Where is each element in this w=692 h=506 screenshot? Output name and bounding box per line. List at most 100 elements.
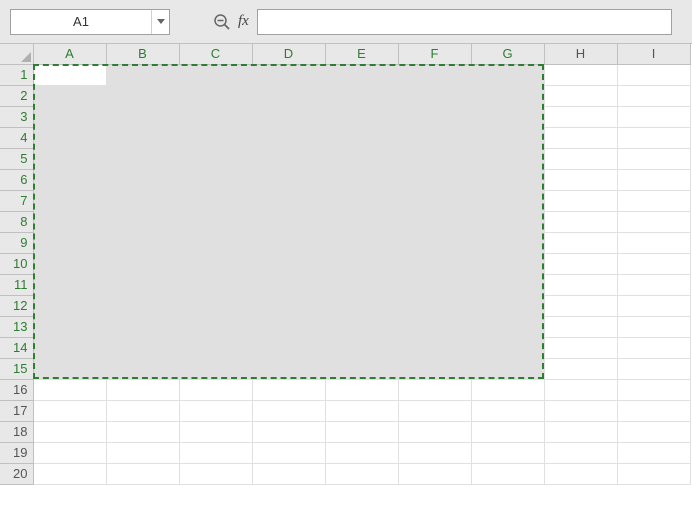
cell-A7[interactable] [33, 190, 106, 211]
cell-A1[interactable] [33, 64, 106, 85]
cell-B16[interactable] [106, 379, 179, 400]
cell-A9[interactable] [33, 232, 106, 253]
cell-I9[interactable] [617, 232, 690, 253]
cell-F13[interactable] [398, 316, 471, 337]
cell-H6[interactable] [544, 169, 617, 190]
cell-G17[interactable] [471, 400, 544, 421]
cell-B2[interactable] [106, 85, 179, 106]
cell-I13[interactable] [617, 316, 690, 337]
cell-E18[interactable] [325, 421, 398, 442]
cell-G7[interactable] [471, 190, 544, 211]
name-box[interactable]: A1 [10, 9, 170, 35]
cell-E12[interactable] [325, 295, 398, 316]
col-header-D[interactable]: D [252, 44, 325, 64]
cell-B5[interactable] [106, 148, 179, 169]
cell-G4[interactable] [471, 127, 544, 148]
row-header-20[interactable]: 20 [0, 463, 33, 484]
cell-G9[interactable] [471, 232, 544, 253]
cell-E8[interactable] [325, 211, 398, 232]
cell-A19[interactable] [33, 442, 106, 463]
cell-C13[interactable] [179, 316, 252, 337]
cell-F7[interactable] [398, 190, 471, 211]
cell-F16[interactable] [398, 379, 471, 400]
cell-C16[interactable] [179, 379, 252, 400]
cell-B13[interactable] [106, 316, 179, 337]
cell-E9[interactable] [325, 232, 398, 253]
cell-D4[interactable] [252, 127, 325, 148]
cell-B11[interactable] [106, 274, 179, 295]
cell-G19[interactable] [471, 442, 544, 463]
cell-H16[interactable] [544, 379, 617, 400]
col-header-F[interactable]: F [398, 44, 471, 64]
cell-C3[interactable] [179, 106, 252, 127]
cell-F5[interactable] [398, 148, 471, 169]
row-header-11[interactable]: 11 [0, 274, 33, 295]
cell-D14[interactable] [252, 337, 325, 358]
cell-F19[interactable] [398, 442, 471, 463]
cell-D16[interactable] [252, 379, 325, 400]
cell-G12[interactable] [471, 295, 544, 316]
cell-I7[interactable] [617, 190, 690, 211]
cell-D20[interactable] [252, 463, 325, 484]
row-header-14[interactable]: 14 [0, 337, 33, 358]
cell-F4[interactable] [398, 127, 471, 148]
cell-H7[interactable] [544, 190, 617, 211]
cell-G5[interactable] [471, 148, 544, 169]
cell-D13[interactable] [252, 316, 325, 337]
cell-B17[interactable] [106, 400, 179, 421]
cell-C5[interactable] [179, 148, 252, 169]
cell-I8[interactable] [617, 211, 690, 232]
cell-C6[interactable] [179, 169, 252, 190]
cell-H13[interactable] [544, 316, 617, 337]
row-header-15[interactable]: 15 [0, 358, 33, 379]
cell-H9[interactable] [544, 232, 617, 253]
cell-D19[interactable] [252, 442, 325, 463]
cell-C12[interactable] [179, 295, 252, 316]
cell-A14[interactable] [33, 337, 106, 358]
name-box-dropdown-icon[interactable] [151, 10, 169, 34]
cell-H5[interactable] [544, 148, 617, 169]
cell-H12[interactable] [544, 295, 617, 316]
cell-F9[interactable] [398, 232, 471, 253]
cell-C9[interactable] [179, 232, 252, 253]
cell-A18[interactable] [33, 421, 106, 442]
cell-D11[interactable] [252, 274, 325, 295]
fx-label[interactable]: fx [238, 13, 249, 30]
cell-H18[interactable] [544, 421, 617, 442]
cell-A16[interactable] [33, 379, 106, 400]
cell-G11[interactable] [471, 274, 544, 295]
row-header-9[interactable]: 9 [0, 232, 33, 253]
cell-C18[interactable] [179, 421, 252, 442]
cell-D10[interactable] [252, 253, 325, 274]
cell-B15[interactable] [106, 358, 179, 379]
cell-I18[interactable] [617, 421, 690, 442]
cell-C10[interactable] [179, 253, 252, 274]
cell-F1[interactable] [398, 64, 471, 85]
cell-D17[interactable] [252, 400, 325, 421]
row-header-19[interactable]: 19 [0, 442, 33, 463]
cell-E17[interactable] [325, 400, 398, 421]
spreadsheet-grid[interactable]: ABCDEFGHI1234567891011121314151617181920 [0, 44, 691, 485]
row-header-4[interactable]: 4 [0, 127, 33, 148]
cell-D2[interactable] [252, 85, 325, 106]
cell-B4[interactable] [106, 127, 179, 148]
cell-F11[interactable] [398, 274, 471, 295]
cell-A13[interactable] [33, 316, 106, 337]
cell-H1[interactable] [544, 64, 617, 85]
cell-E11[interactable] [325, 274, 398, 295]
cell-E6[interactable] [325, 169, 398, 190]
cell-D18[interactable] [252, 421, 325, 442]
col-header-I[interactable]: I [617, 44, 690, 64]
col-header-A[interactable]: A [33, 44, 106, 64]
cell-F20[interactable] [398, 463, 471, 484]
row-header-3[interactable]: 3 [0, 106, 33, 127]
cell-G15[interactable] [471, 358, 544, 379]
cell-I11[interactable] [617, 274, 690, 295]
cell-H20[interactable] [544, 463, 617, 484]
cell-D9[interactable] [252, 232, 325, 253]
row-header-7[interactable]: 7 [0, 190, 33, 211]
cell-A3[interactable] [33, 106, 106, 127]
cell-F14[interactable] [398, 337, 471, 358]
cell-A6[interactable] [33, 169, 106, 190]
cell-C20[interactable] [179, 463, 252, 484]
